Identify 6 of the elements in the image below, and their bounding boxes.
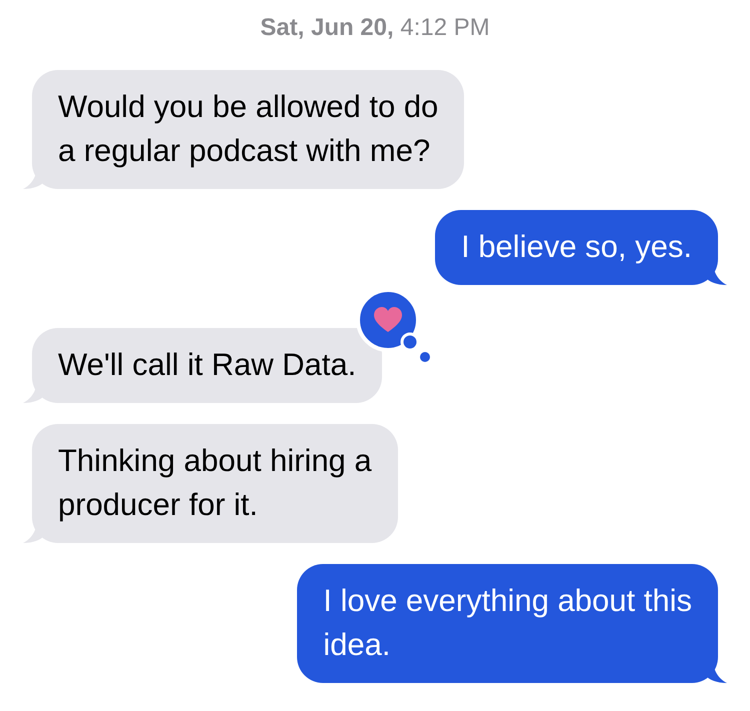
timestamp: Sat, Jun 20, 4:12 PM bbox=[259, 13, 491, 42]
message-bubble: Thinking about hiring a producer for it. bbox=[32, 424, 398, 543]
message-bubble: Would you be allowed to do a regular podcast with me? bbox=[32, 70, 464, 189]
message-bubble: I love everything about this idea. bbox=[297, 564, 718, 683]
message-bubble: We'll call it Raw Data. bbox=[32, 328, 382, 403]
message-bubble: I believe so, yes. bbox=[435, 210, 718, 285]
